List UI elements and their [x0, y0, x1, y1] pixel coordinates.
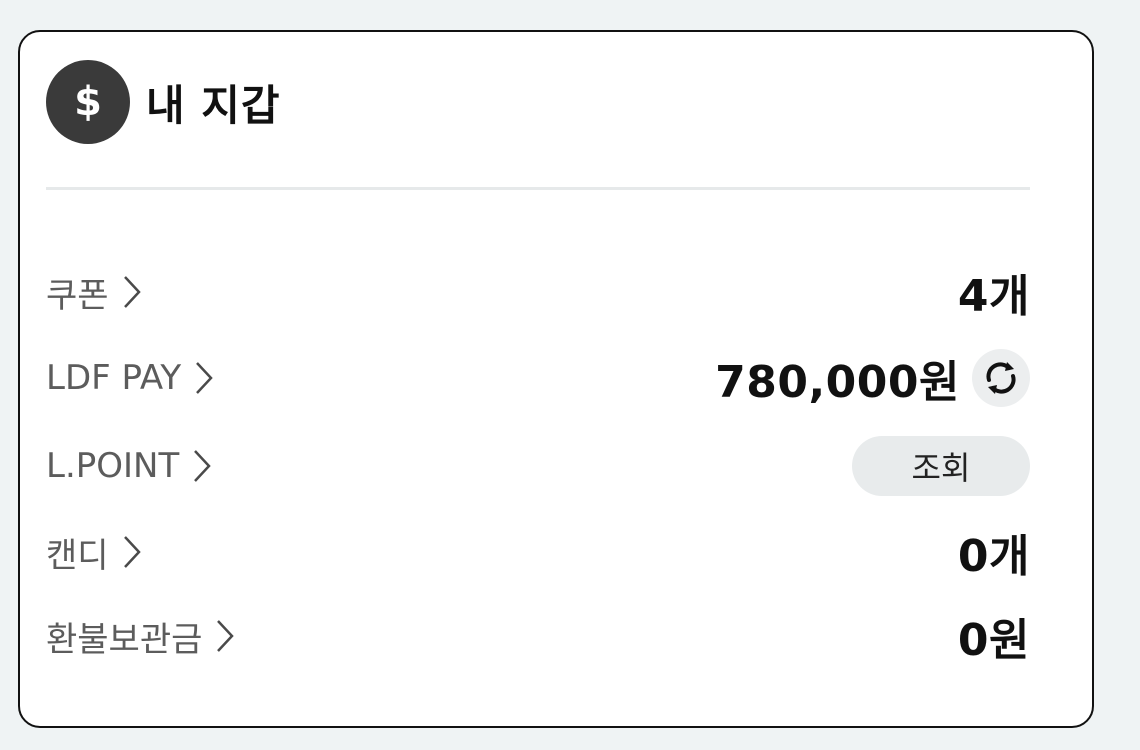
- lpoint-label: L.POINT: [46, 446, 180, 486]
- wallet-title: 내 지갑: [146, 80, 281, 130]
- wallet-row-ldf-pay: LDF PAY 780,000원: [46, 348, 1030, 408]
- ldf-pay-value: 780,000원: [715, 357, 960, 408]
- svg-text:$: $: [74, 79, 102, 125]
- chevron-right-icon: [121, 274, 143, 310]
- chevron-right-icon: [191, 448, 213, 484]
- wallet-row-refund: 환불보관금 0원: [46, 606, 1030, 666]
- refresh-icon: [986, 362, 1016, 394]
- refund-label: 환불보관금: [46, 619, 203, 660]
- refund-value: 0원: [957, 615, 1030, 666]
- candy-link[interactable]: 캔디: [46, 528, 143, 577]
- wallet-row-lpoint: L.POINT 조회: [46, 436, 1030, 496]
- ldf-pay-link[interactable]: LDF PAY: [46, 358, 215, 398]
- chevron-right-icon: [214, 618, 236, 654]
- wallet-row-candy: 캔디 0개: [46, 522, 1030, 582]
- chevron-right-icon: [121, 534, 143, 570]
- coupon-link[interactable]: 쿠폰: [46, 268, 143, 317]
- ldf-pay-value-group: 780,000원: [715, 346, 1030, 410]
- coupon-label: 쿠폰: [46, 275, 109, 316]
- candy-label: 캔디: [46, 535, 109, 576]
- refund-link[interactable]: 환불보관금: [46, 612, 236, 661]
- wallet-row-coupon: 쿠폰 4개: [46, 262, 1030, 322]
- lpoint-inquiry-button[interactable]: 조회: [852, 436, 1030, 496]
- divider: [46, 187, 1030, 190]
- ldf-pay-label: LDF PAY: [46, 358, 182, 398]
- dollar-coin-icon: $: [46, 60, 130, 144]
- chevron-right-icon: [193, 360, 215, 396]
- wallet-header: $ 내 지갑: [46, 60, 281, 144]
- lpoint-link[interactable]: L.POINT: [46, 446, 213, 486]
- refresh-button[interactable]: [972, 349, 1030, 407]
- coupon-value: 4개: [957, 271, 1030, 322]
- candy-value: 0개: [957, 531, 1030, 582]
